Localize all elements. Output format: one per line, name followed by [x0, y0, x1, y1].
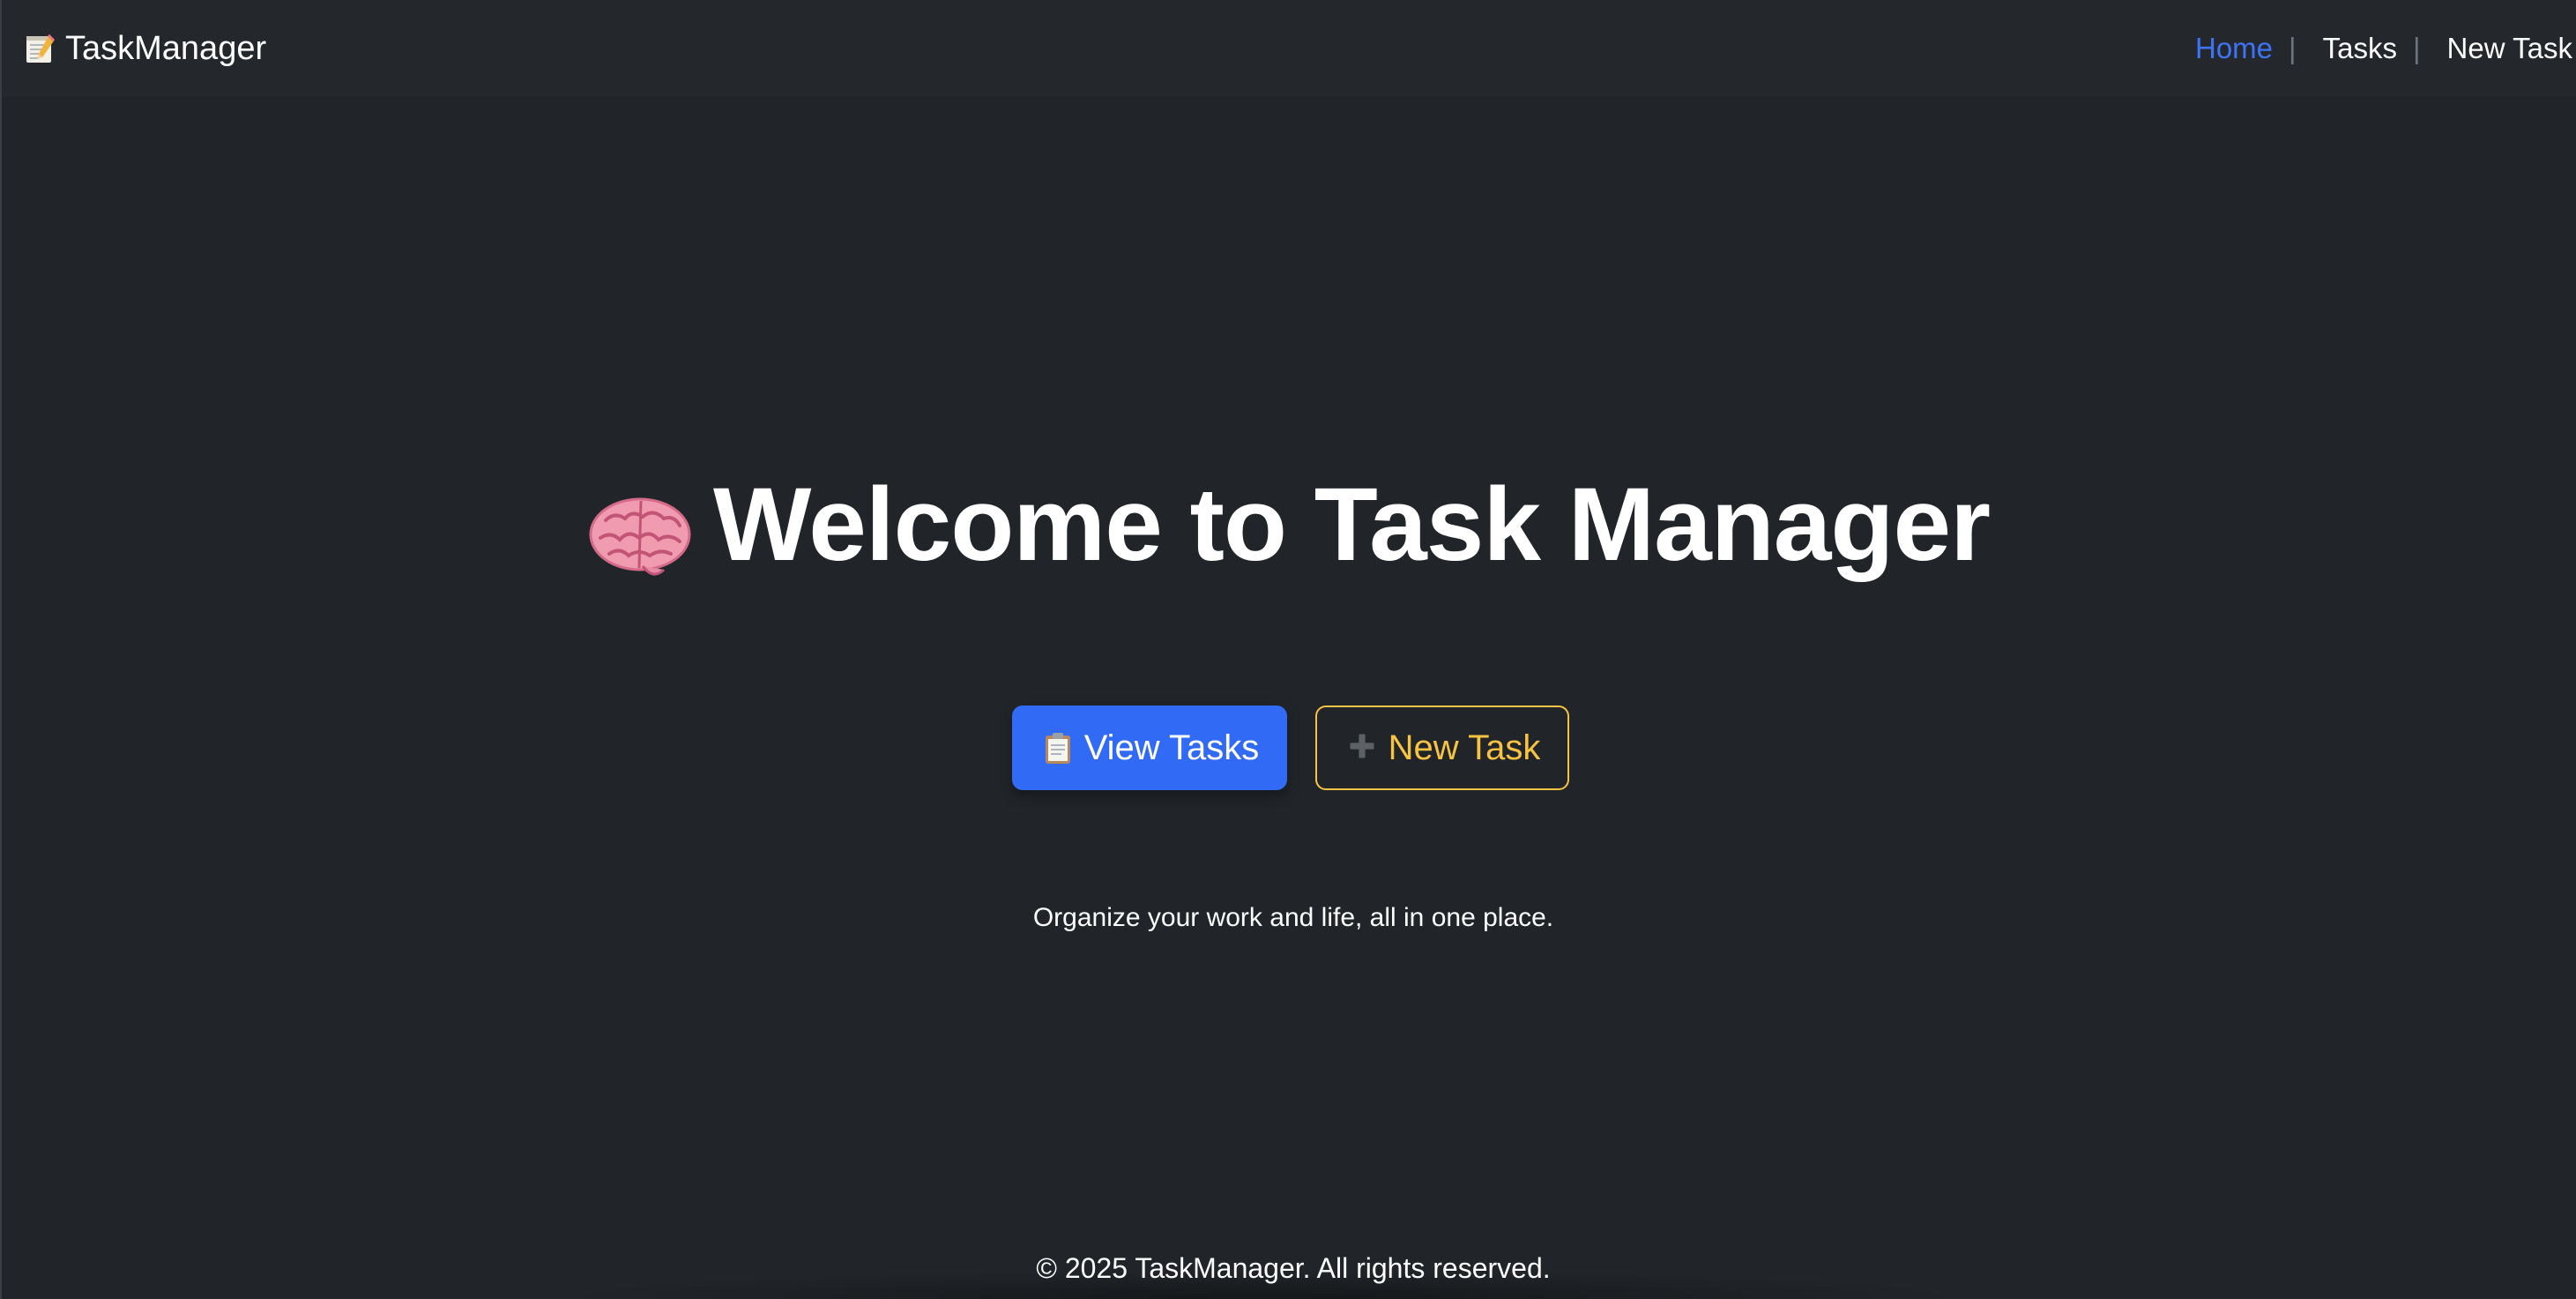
nav-separator: | [2412, 32, 2421, 64]
plus-icon [1344, 730, 1380, 765]
top-navbar: TaskManager Home | Tasks | New Task [2, 0, 2576, 97]
clipboard-icon [1040, 730, 1076, 765]
nav-link-tasks[interactable]: Tasks [2319, 32, 2401, 65]
page-footer: © 2025 TaskManager. All rights reserved. [2, 1252, 2576, 1285]
app-root: TaskManager Home | Tasks | New Task Welc… [0, 0, 2576, 1299]
nav-separator: | [2289, 32, 2297, 64]
hero-heading: Welcome to Task Manager [2, 459, 2576, 591]
footer-text: © 2025 TaskManager. All rights reserved. [1036, 1252, 1551, 1284]
brand-label: TaskManager [65, 29, 267, 67]
nav-links: Home | Tasks | New Task [2192, 32, 2576, 65]
new-task-button[interactable]: New Task [1315, 705, 1569, 790]
hero-tagline: Organize your work and life, all in one … [1032, 903, 1554, 932]
new-task-label: New Task [1388, 728, 1541, 767]
brand-link[interactable]: TaskManager [23, 30, 266, 68]
view-tasks-button[interactable]: View Tasks [1012, 705, 1287, 790]
memo-icon [23, 31, 58, 66]
view-tasks-label: View Tasks [1083, 728, 1260, 767]
nav-link-new-task[interactable]: New Task [2444, 32, 2576, 65]
hero-actions: View Tasks New Task [2, 705, 2576, 790]
hero-title-text: Welcome to Task Manager [712, 467, 1991, 583]
brain-icon [588, 481, 692, 576]
nav-link-home[interactable]: Home [2192, 32, 2276, 65]
